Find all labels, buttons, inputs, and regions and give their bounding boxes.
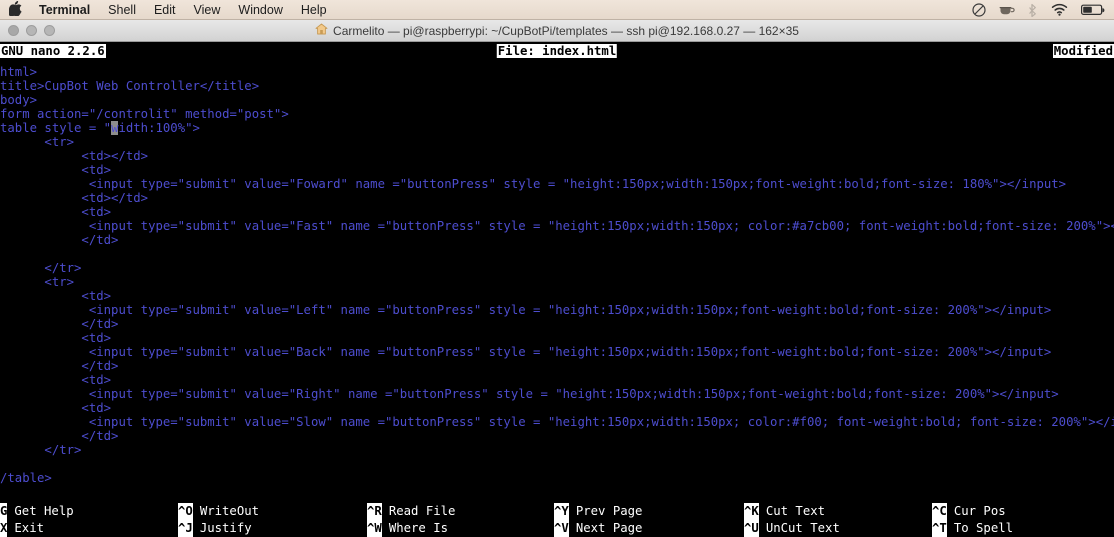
menu-item-edit[interactable]: Edit [145,0,185,20]
shortcut-key: ^O [178,503,193,520]
shortcut-next-page[interactable]: ^V Next Page [554,520,642,537]
home-folder-icon [315,23,328,38]
shortcut-key: ^V [554,520,569,537]
nano-header-bar: GNU nano 2.2.6 File: index.html Modified [0,42,1114,59]
nano-shortcut-bar: G Get Help ^O WriteOut ^R Read File ^Y Prev Pag… [0,503,1114,537]
code-line: <td> [0,289,112,303]
shortcut-to-spell[interactable]: ^T To Spell [932,520,1013,537]
code-line: <input type="submit" value="Foward" name… [0,177,1067,191]
shortcut-get-help[interactable]: G Get Help [0,503,74,520]
shortcut-label: Get Help [14,504,74,518]
menu-item-window[interactable]: Window [229,0,291,20]
shortcut-key: X [0,520,8,537]
shortcut-cur-pos[interactable]: ^C Cur Pos [932,503,1006,520]
window-title-bar: Carmelito — pi@raspberrypi: ~/CupBotPi/t… [0,20,1114,42]
code-line: form action="/controlit" method="post"> [0,107,289,121]
shortcut-writeout[interactable]: ^O WriteOut [178,503,259,520]
window-title-text: Carmelito — pi@raspberrypi: ~/CupBotPi/t… [333,23,799,38]
code-line: <tr> [0,135,75,149]
shortcut-where-is[interactable]: ^W Where Is [367,520,448,537]
shortcut-label: UnCut Text [765,521,840,535]
code-line: <td> [0,373,112,387]
code-line: title>CupBot Web Controller</title> [0,79,260,93]
code-line: </tr> [0,443,82,457]
nano-filename-label: File: index.html [496,44,618,58]
shortcut-label: Cur Pos [953,504,1006,518]
code-line: <input type="submit" value="Slow" name =… [0,415,1114,429]
shortcut-label: WriteOut [199,504,260,518]
code-line: <td> [0,163,112,177]
shortcut-label: Where Is [388,521,449,535]
code-line: </tr> [0,261,82,275]
code-line: body> [0,93,38,107]
bluetooth-icon[interactable] [1029,3,1038,17]
menu-item-shell[interactable]: Shell [99,0,145,20]
code-line: <td> [0,401,112,415]
shortcut-key: ^W [367,520,382,537]
code-line: <tr> [0,275,75,289]
nano-text-buffer[interactable]: html> title>CupBot Web Controller</title>… [0,65,1114,497]
shortcut-key: ^K [744,503,759,520]
battery-icon[interactable] [1081,4,1105,16]
code-line: /table> [0,471,52,485]
shortcut-key: G [0,503,8,520]
shortcut-exit[interactable]: X Exit [0,520,44,537]
window-title-group: Carmelito — pi@raspberrypi: ~/CupBotPi/t… [0,23,1114,38]
shortcut-key: ^J [178,520,193,537]
shortcut-justify[interactable]: ^J Justify [178,520,252,537]
shortcut-key: ^R [367,503,382,520]
code-line: </td> [0,233,119,247]
shortcut-label: Next Page [575,521,643,535]
shortcut-cut-text[interactable]: ^K Cut Text [744,503,825,520]
shortcut-label: Justify [199,521,252,535]
shortcut-label: Prev Page [575,504,643,518]
do-not-disturb-icon[interactable] [972,2,986,17]
code-line: <input type="submit" value="Back" name =… [0,345,1052,359]
code-line: <td> [0,205,112,219]
menu-item-help[interactable]: Help [292,0,336,20]
wifi-icon[interactable] [1051,3,1068,16]
shortcut-key: ^Y [554,503,569,520]
shortcut-label: Exit [14,521,45,535]
shortcut-key: ^U [744,520,759,537]
nano-modified-label: Modified [1052,44,1114,58]
code-line: </td> [0,429,119,443]
shortcut-uncut-text[interactable]: ^U UnCut Text [744,520,840,537]
macos-menu-bar: Terminal Shell Edit View Window Help [0,0,1114,20]
menu-bar-status-icons [972,2,1114,17]
code-line: <input type="submit" value="Fast" name =… [0,219,1114,233]
code-line: <input type="submit" value="Right" name … [0,387,1059,401]
shortcut-label: Read File [388,504,456,518]
code-line: </td> [0,317,119,331]
shortcut-key: ^T [932,520,947,537]
code-line: table style = "width:100%"> [0,121,200,135]
shortcut-read-file[interactable]: ^R Read File [367,503,455,520]
nano-shortcut-row-1: G Get Help ^O WriteOut ^R Read File ^Y Prev Pag… [0,503,1114,520]
code-line: </td> [0,359,119,373]
shortcut-key: ^C [932,503,947,520]
shortcut-prev-page[interactable]: ^Y Prev Page [554,503,642,520]
coffee-cup-icon[interactable] [999,3,1016,16]
menu-item-view[interactable]: View [185,0,230,20]
code-line: <input type="submit" value="Left" name =… [0,303,1052,317]
shortcut-label: To Spell [953,521,1014,535]
code-line: html> [0,65,38,79]
nano-version-label: GNU nano 2.2.6 [0,44,106,58]
menu-item-terminal[interactable]: Terminal [30,0,99,20]
code-line: <td> [0,331,112,345]
shortcut-label: Cut Text [765,504,826,518]
apple-logo-icon[interactable] [0,1,30,18]
terminal-content[interactable]: GNU nano 2.2.6 File: index.html Modified… [0,42,1114,537]
code-line: <td></td> [0,149,149,163]
code-line: <td></td> [0,191,149,205]
nano-shortcut-row-2: X Exit ^J Justify ^W Where Is ^V Next Page ^U UnC… [0,520,1114,537]
